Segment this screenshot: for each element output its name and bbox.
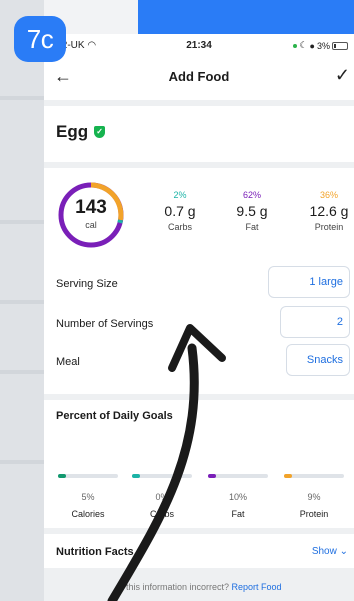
macro-percent: 62% — [242, 190, 261, 200]
background-banner — [138, 0, 354, 34]
verified-shield-icon: ✓ — [94, 126, 106, 138]
meal-label: Meal — [56, 356, 80, 368]
serving-size-label: Serving Size — [56, 278, 118, 290]
goals-title: Percent of Daily Goals — [56, 410, 173, 422]
calorie-value: 143 — [75, 197, 107, 218]
servings-count-field[interactable]: 2 — [280, 306, 350, 338]
battery-percent: 3% — [316, 40, 330, 51]
goal-percent: 0% — [155, 492, 169, 502]
goal-label: Protein — [299, 509, 329, 519]
goal-carbs: 0% Carbs — [132, 474, 192, 524]
serving-size-row: Serving Size 1 large — [56, 266, 354, 300]
battery-icon — [332, 41, 348, 50]
calorie-ring: 143 cal — [56, 180, 126, 250]
macro-protein: 36% 12.6 g Protein — [299, 190, 354, 232]
macro-fat: 62% 9.5 g Fat — [222, 190, 282, 232]
goal-percent: 9% — [307, 492, 321, 502]
servings-count-row: Number of Servings 2 — [56, 306, 354, 340]
macro-label: Protein — [314, 222, 344, 232]
meal-row: Meal Snacks — [56, 344, 354, 378]
macro-percent: 2% — [173, 190, 187, 200]
goal-bar-track — [284, 474, 344, 478]
status-bar: O2-UK ◠ 21:34 ☾ ● 3% — [44, 34, 354, 56]
goal-bar-fill — [208, 474, 216, 478]
incorrect-question: Is this information incorrect? — [116, 582, 229, 592]
serving-size-field[interactable]: 1 large — [268, 266, 350, 298]
macro-percent: 36% — [319, 190, 338, 200]
background-panel — [0, 0, 44, 601]
goal-bar-fill — [284, 474, 292, 478]
food-name: Egg — [56, 122, 89, 141]
goal-fat: 10% Fat — [208, 474, 268, 524]
goal-percent: 5% — [81, 492, 95, 502]
goal-percent: 10% — [228, 492, 247, 502]
divider — [44, 162, 354, 168]
report-food-link[interactable]: Report Food — [232, 582, 282, 592]
goal-bar-fill — [132, 474, 140, 478]
moon-icon: ☾ — [299, 40, 308, 50]
divider — [44, 100, 354, 106]
status-icons: ☾ ● 3% — [293, 40, 348, 51]
meal-select[interactable]: Snacks — [286, 344, 350, 376]
confirm-check-icon[interactable]: ✓ — [335, 65, 350, 86]
macro-label: Fat — [245, 222, 259, 232]
footer: Is this information incorrect? Report Fo… — [44, 568, 354, 601]
macro-carbs: 2% 0.7 g Carbs — [150, 190, 210, 232]
food-title: Egg ✓ — [56, 122, 106, 142]
location-dot-icon — [293, 43, 298, 48]
step-badge: 7c — [14, 16, 66, 62]
macro-amount: 0.7 g — [164, 203, 196, 219]
macro-amount: 12.6 g — [309, 203, 349, 219]
servings-count-label: Number of Servings — [56, 318, 154, 330]
goal-label: Carbs — [149, 509, 174, 519]
lock-icon: ● — [309, 40, 315, 51]
goal-bar-fill — [58, 474, 66, 478]
divider — [44, 394, 354, 400]
macro-amount: 9.5 g — [236, 203, 268, 219]
goal-bar-track — [208, 474, 268, 478]
nutrition-facts-label: Nutrition Facts — [56, 546, 134, 558]
goal-protein: 9% Protein — [284, 474, 344, 524]
nutrition-facts-row[interactable]: Nutrition Facts Show ⌄ — [44, 534, 354, 568]
goal-calories: 5% Calories — [58, 474, 118, 524]
goal-label: Calories — [71, 509, 105, 519]
goal-bar-track — [132, 474, 192, 478]
macro-label: Carbs — [167, 222, 192, 232]
goal-label: Fat — [231, 509, 245, 519]
phone-screen: O2-UK ◠ 21:34 ☾ ● 3% ← Add Food ✓ Egg ✓ … — [44, 34, 354, 601]
page-title: Add Food — [168, 69, 230, 84]
show-toggle[interactable]: Show ⌄ — [312, 546, 348, 557]
goal-bar-track — [58, 474, 118, 478]
nav-bar: ← Add Food ✓ — [44, 58, 354, 94]
chevron-down-icon: ⌄ — [339, 546, 348, 557]
calorie-unit: cal — [85, 220, 97, 230]
